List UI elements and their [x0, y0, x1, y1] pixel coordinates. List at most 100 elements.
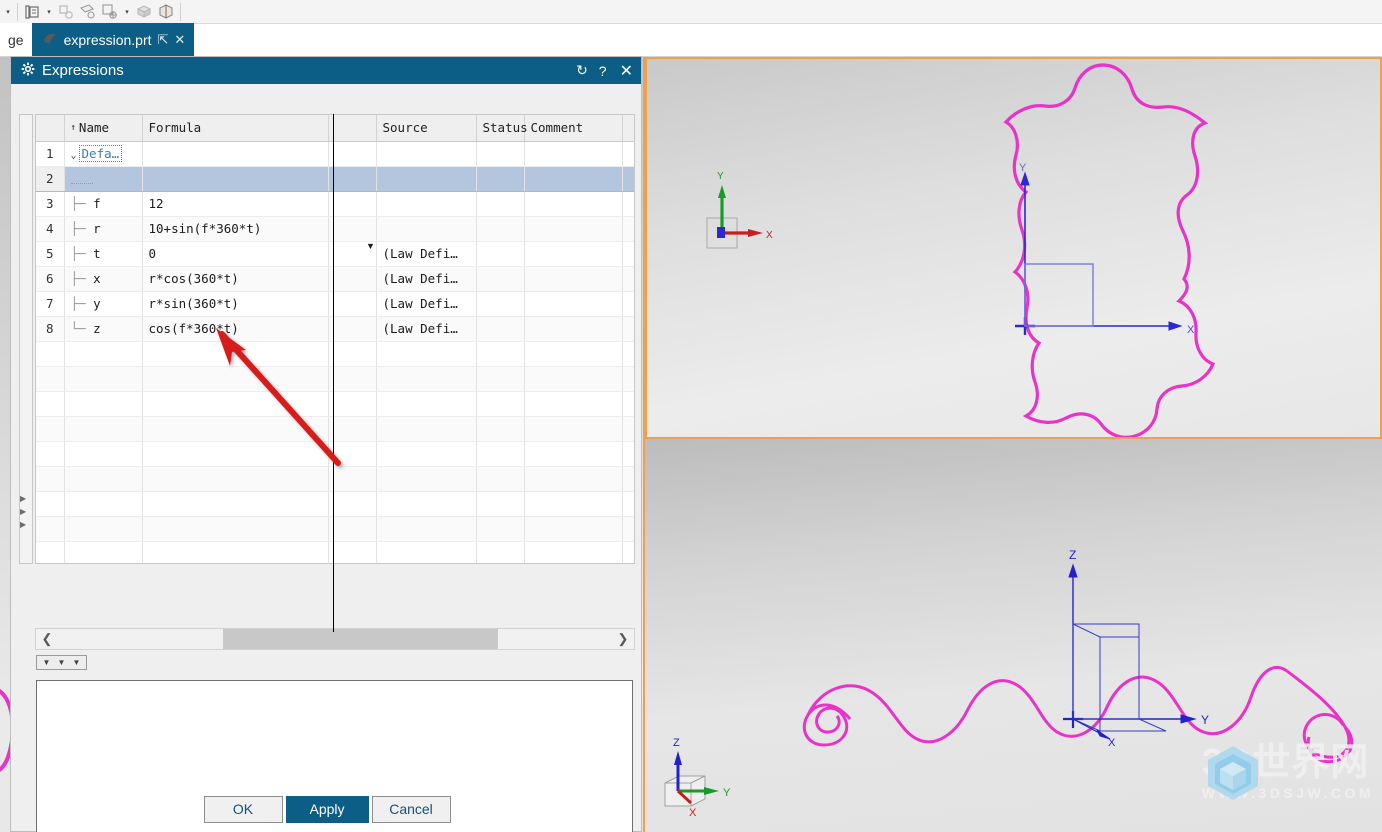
row-name[interactable]: └─ z — [64, 316, 143, 342]
row-source[interactable] — [376, 391, 477, 417]
row-value-dropdown-icon[interactable]: ▼ — [366, 241, 375, 251]
header-formula[interactable]: Formula — [142, 115, 329, 142]
expander-arrow-2[interactable]: ▶ — [20, 505, 26, 518]
row-source[interactable]: (Law Defi… — [376, 241, 477, 267]
expressions-table-wrapper[interactable]: ↑ Name Formula Source Status Comment 1 ⌄… — [35, 114, 635, 564]
row-status[interactable] — [476, 141, 525, 167]
row-comment[interactable] — [524, 316, 623, 342]
table-row[interactable]: 5 ├─ t 0 (Law Defi… — [36, 241, 634, 267]
help-icon[interactable]: ? — [599, 63, 607, 79]
close-icon[interactable]: ✕ — [620, 61, 633, 81]
row-name[interactable]: ├─ y — [64, 291, 143, 317]
measure-body-icon[interactable] — [155, 1, 177, 23]
table-row[interactable]: 2 — [36, 166, 634, 192]
table-row[interactable]: 8 └─ z cos(f*360*t) (Law Defi… — [36, 316, 634, 342]
mini-dropdown-2-icon[interactable]: ▼ — [54, 658, 69, 667]
datum-csys-icon[interactable] — [99, 1, 121, 23]
row-units[interactable] — [328, 191, 377, 217]
row-units[interactable] — [328, 341, 377, 367]
row-comment[interactable] — [524, 166, 623, 192]
row-status[interactable] — [476, 491, 525, 517]
viewport-front-view[interactable]: Z Y X Z Y X 3D世界网 WWW.3DSJW.COM — [645, 439, 1382, 832]
row-status[interactable] — [476, 516, 525, 542]
row-formula[interactable]: 0 — [142, 241, 329, 267]
row-comment[interactable] — [524, 291, 623, 317]
table-horizontal-scrollbar[interactable]: ❮ ❯ — [35, 628, 635, 650]
row-units[interactable] — [328, 491, 377, 517]
row-source[interactable] — [376, 541, 477, 563]
shell-body-icon[interactable] — [133, 1, 155, 23]
row-units[interactable] — [328, 291, 377, 317]
header-name[interactable]: ↑ Name — [64, 115, 143, 142]
row-source[interactable] — [376, 166, 477, 192]
row-units[interactable] — [328, 516, 377, 542]
expander-arrow-3[interactable]: ▶ — [20, 518, 26, 531]
table-row[interactable] — [36, 541, 634, 563]
table-row[interactable] — [36, 516, 634, 542]
row-status[interactable] — [476, 166, 525, 192]
row-status[interactable] — [476, 466, 525, 492]
row-units[interactable] — [328, 266, 377, 292]
row-source[interactable]: (Law Defi… — [376, 266, 477, 292]
row-status[interactable] — [476, 266, 525, 292]
row-comment[interactable] — [524, 541, 623, 563]
row-name[interactable] — [64, 516, 143, 542]
row-formula[interactable] — [142, 416, 329, 442]
apply-button[interactable]: Apply — [285, 795, 369, 823]
collapse-caret-icon[interactable]: ▾ — [2, 1, 14, 23]
row-status[interactable] — [476, 391, 525, 417]
row-name[interactable] — [64, 441, 143, 467]
row-source[interactable] — [376, 466, 477, 492]
row-status[interactable] — [476, 541, 525, 563]
row-formula[interactable]: 10+sin(f*360*t) — [142, 216, 329, 242]
mini-dropdown-1-icon[interactable]: ▼ — [39, 658, 54, 667]
row-status[interactable] — [476, 316, 525, 342]
table-row[interactable]: 4 ├─ r 10+sin(f*360*t) — [36, 216, 634, 242]
row-formula[interactable] — [142, 391, 329, 417]
row-status[interactable] — [476, 216, 525, 242]
row-comment[interactable] — [524, 516, 623, 542]
row-formula[interactable] — [142, 341, 329, 367]
dialog-title-bar[interactable]: Expressions ↻ ? ✕ — [11, 57, 641, 84]
row-status[interactable] — [476, 241, 525, 267]
row-name[interactable] — [64, 416, 143, 442]
header-units[interactable] — [328, 115, 377, 142]
table-row[interactable]: 6 ├─ x r*cos(360*t) (Law Defi… — [36, 266, 634, 292]
viewport-top-view[interactable]: X Y Y X — [645, 57, 1382, 439]
row-status[interactable] — [476, 291, 525, 317]
row-comment[interactable] — [524, 441, 623, 467]
table-row[interactable]: 3 ├─ f 12 — [36, 191, 634, 217]
row-status[interactable] — [476, 341, 525, 367]
row-comment[interactable] — [524, 391, 623, 417]
tab-partial[interactable]: ge — [0, 23, 32, 56]
header-extra[interactable] — [622, 115, 634, 142]
row-comment[interactable] — [524, 241, 623, 267]
table-row[interactable] — [36, 366, 634, 392]
row-status[interactable] — [476, 191, 525, 217]
row-formula[interactable] — [142, 166, 329, 192]
row-units[interactable] — [328, 441, 377, 467]
table-row[interactable] — [36, 466, 634, 492]
row-name[interactable] — [64, 166, 143, 192]
row-comment[interactable] — [524, 466, 623, 492]
row-units[interactable] — [328, 316, 377, 342]
row-status[interactable] — [476, 416, 525, 442]
scroll-left-icon[interactable]: ❮ — [36, 631, 58, 647]
scroll-right-icon[interactable]: ❯ — [612, 631, 634, 647]
row-name[interactable]: ⌄ Defa… — [64, 141, 143, 167]
row-source[interactable]: (Law Defi… — [376, 291, 477, 317]
datum-plane-icon[interactable] — [77, 1, 99, 23]
row-source[interactable] — [376, 216, 477, 242]
row-source[interactable] — [376, 341, 477, 367]
row-comment[interactable] — [524, 141, 623, 167]
row-name[interactable] — [64, 541, 143, 563]
row-source[interactable]: (Law Defi… — [376, 316, 477, 342]
row-units[interactable] — [328, 466, 377, 492]
cancel-button[interactable]: Cancel — [371, 795, 451, 823]
row-comment[interactable] — [524, 341, 623, 367]
row-units[interactable] — [328, 166, 377, 192]
row-formula[interactable] — [142, 541, 329, 563]
row-formula[interactable]: r*cos(360*t) — [142, 266, 329, 292]
row-formula[interactable] — [142, 466, 329, 492]
column-separator-heavy[interactable] — [333, 114, 334, 632]
